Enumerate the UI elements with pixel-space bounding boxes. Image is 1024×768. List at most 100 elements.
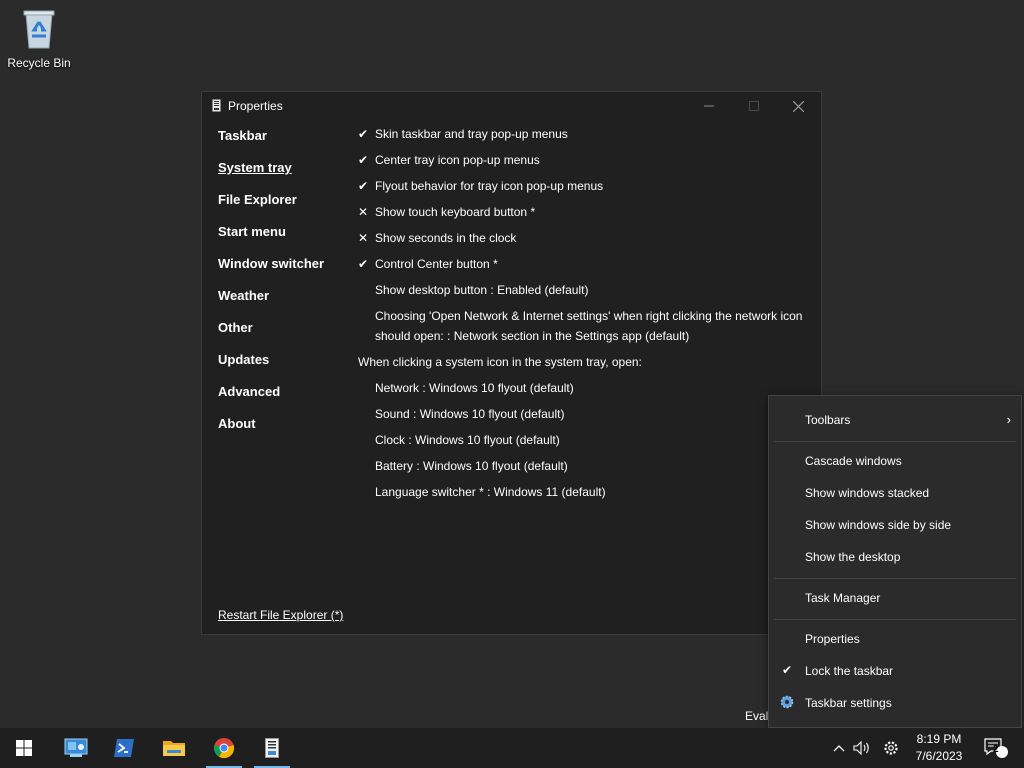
taskbar-app-chrome[interactable] — [200, 728, 248, 768]
menu-item-task-manager[interactable]: Task Manager — [769, 582, 1021, 614]
app-icon — [212, 99, 221, 112]
recycle-bin-icon — [21, 8, 57, 50]
nav-item-file-explorer[interactable]: File Explorer — [218, 192, 324, 224]
setting-touch-keyboard[interactable]: ✕ Show touch keyboard button * — [358, 202, 808, 228]
menu-item-lock-taskbar[interactable]: ✔ Lock the taskbar — [769, 655, 1021, 687]
setting-label: Choosing 'Open Network & Internet settin… — [375, 309, 803, 343]
menu-item-properties[interactable]: Properties — [769, 623, 1021, 655]
menu-label: Show windows stacked — [805, 486, 930, 500]
setting-flyout-behavior[interactable]: ✔ Flyout behavior for tray icon pop-up me… — [358, 176, 808, 202]
menu-item-cascade[interactable]: Cascade windows — [769, 445, 1021, 477]
maximize-icon — [748, 101, 759, 111]
tray-section-header: When clicking a system icon in the syste… — [358, 355, 642, 369]
close-icon — [793, 100, 804, 112]
folder-icon — [163, 741, 185, 756]
minimize-icon — [703, 105, 714, 107]
setting-label: Show touch keyboard button * — [375, 205, 536, 219]
setting-show-seconds[interactable]: ✕ Show seconds in the clock — [358, 228, 808, 254]
taskbar-context-menu: Toolbars › Cascade windows Show windows … — [768, 395, 1022, 728]
setting-label: Show seconds in the clock — [375, 231, 517, 245]
window-title: Properties — [228, 99, 283, 113]
control-center-button[interactable] — [878, 728, 904, 768]
menu-item-side-by-side[interactable]: Show windows side by side — [769, 509, 1021, 541]
clock-time: 8:19 PM — [916, 732, 962, 746]
settings-list: ✔ Skin taskbar and tray pop-up menus ✔ Cen… — [358, 124, 808, 508]
setting-sound-flyout[interactable]: Sound : Windows 10 flyout (default) — [358, 404, 808, 430]
menu-item-show-desktop[interactable]: Show the desktop — [769, 541, 1021, 573]
menu-item-taskbar-settings[interactable]: Taskbar settings — [769, 687, 1021, 719]
nav-item-updates[interactable]: Updates — [218, 352, 324, 384]
control-panel-icon — [64, 738, 88, 757]
show-hidden-icons-button[interactable] — [828, 728, 850, 768]
start-button[interactable] — [0, 728, 48, 768]
title-bar[interactable]: Properties — [202, 92, 821, 120]
close-button[interactable] — [776, 92, 821, 120]
setting-label: Show desktop button : Enabled (default) — [375, 283, 589, 297]
recycle-bin-label: Recycle Bin — [7, 56, 71, 70]
check-icon: ✔ — [781, 663, 793, 677]
menu-label: Show the desktop — [805, 550, 901, 564]
setting-network-flyout[interactable]: Network : Windows 10 flyout (default) — [358, 378, 808, 404]
menu-separator — [774, 441, 1016, 442]
setting-label: Skin taskbar and tray pop-up menus — [375, 127, 568, 141]
setting-label: Flyout behavior for tray icon pop-up men… — [375, 179, 604, 193]
taskbar: 8:19 PM 7/6/2023 2 — [0, 728, 1024, 768]
setting-label: Network : Windows 10 flyout (default) — [375, 381, 574, 395]
taskbar-app-properties[interactable] — [248, 728, 296, 768]
nav-label: Start menu — [218, 224, 286, 239]
nav-item-system-tray[interactable]: System tray — [218, 160, 324, 192]
check-icon: ✔ — [358, 153, 369, 167]
setting-clock-flyout[interactable]: Clock : Windows 10 flyout (default) — [358, 430, 808, 456]
properties-app-icon — [265, 738, 279, 758]
check-icon: ✔ — [358, 179, 369, 193]
restart-explorer-link[interactable]: Restart File Explorer (*) — [218, 608, 343, 622]
nav-item-taskbar[interactable]: Taskbar — [218, 128, 324, 160]
taskbar-clock[interactable]: 8:19 PM 7/6/2023 — [905, 731, 973, 765]
clock-date: 7/6/2023 — [915, 749, 963, 763]
minimize-button[interactable] — [686, 92, 731, 120]
maximize-button[interactable] — [731, 92, 776, 120]
setting-skin-taskbar[interactable]: ✔ Skin taskbar and tray pop-up menus — [358, 124, 808, 150]
setting-language-switcher[interactable]: Language switcher * : Windows 11 (defaul… — [358, 482, 808, 508]
setting-label: Center tray icon pop-up menus — [375, 153, 540, 167]
recycle-bin-desktop-icon[interactable]: Recycle Bin — [6, 8, 72, 70]
nav-label: Window switcher — [218, 256, 325, 271]
nav-item-about[interactable]: About — [218, 416, 324, 448]
nav-label: Other — [218, 320, 253, 335]
menu-item-stacked[interactable]: Show windows stacked — [769, 477, 1021, 509]
nav-item-start-menu[interactable]: Start menu — [218, 224, 324, 256]
menu-label: Show windows side by side — [805, 518, 952, 532]
taskbar-app-powershell[interactable] — [100, 728, 148, 768]
taskbar-app-control-panel[interactable] — [52, 728, 100, 768]
setting-label: Sound : Windows 10 flyout (default) — [375, 407, 565, 421]
setting-show-desktop[interactable]: Show desktop button : Enabled (default) — [358, 280, 808, 306]
setting-center-tray[interactable]: ✔ Center tray icon pop-up menus — [358, 150, 808, 176]
speaker-icon — [853, 741, 869, 755]
menu-item-toolbars[interactable]: Toolbars › — [769, 404, 1021, 436]
setting-label: Clock : Windows 10 flyout (default) — [375, 433, 560, 447]
nav-item-advanced[interactable]: Advanced — [218, 384, 324, 416]
check-icon: ✔ — [358, 257, 369, 271]
notification-center-button[interactable]: 2 — [978, 728, 1014, 768]
gear-icon — [884, 741, 898, 755]
nav-label: Taskbar — [218, 128, 267, 143]
notification-count-badge: 2 — [993, 744, 999, 755]
setting-label: Control Center button * — [375, 257, 498, 271]
setting-network-open[interactable]: Choosing 'Open Network & Internet settin… — [358, 306, 808, 352]
nav-label: Advanced — [218, 384, 281, 399]
chevron-right-icon: › — [1006, 412, 1011, 427]
menu-label: Cascade windows — [805, 454, 902, 468]
taskbar-app-file-explorer[interactable] — [150, 728, 198, 768]
nav-label: File Explorer — [218, 192, 297, 207]
menu-label: Lock the taskbar — [805, 664, 894, 678]
nav-item-weather[interactable]: Weather — [218, 288, 324, 320]
nav-item-window-switcher[interactable]: Window switcher — [218, 256, 324, 288]
setting-label: Language switcher * : Windows 11 (defaul… — [375, 485, 606, 499]
chevron-up-icon — [833, 745, 845, 752]
nav-label: System tray — [218, 160, 292, 175]
gear-icon — [779, 695, 795, 712]
setting-battery-flyout[interactable]: Battery : Windows 10 flyout (default) — [358, 456, 808, 482]
volume-button[interactable] — [850, 728, 874, 768]
nav-item-other[interactable]: Other — [218, 320, 324, 352]
setting-control-center[interactable]: ✔ Control Center button * — [358, 254, 808, 280]
